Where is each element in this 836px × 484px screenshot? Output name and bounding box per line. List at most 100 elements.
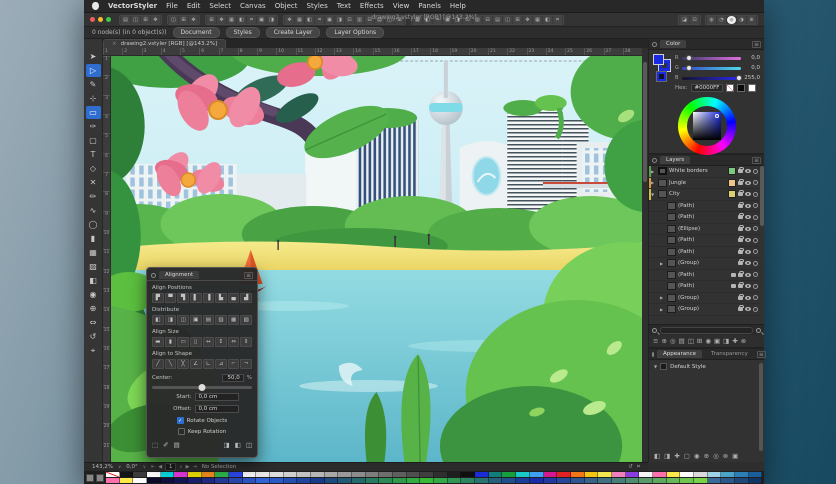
align-option-icon[interactable]: ◫ (177, 315, 189, 325)
color-swatch[interactable] (188, 472, 202, 477)
toolbar-button-icon[interactable]: ⊕ (747, 15, 756, 24)
target-icon[interactable] (753, 295, 758, 301)
menu-item-panels[interactable]: Panels (418, 2, 441, 10)
target-icon[interactable] (753, 226, 758, 232)
color-swatch[interactable] (557, 472, 571, 477)
minimize-window-button[interactable] (98, 17, 103, 22)
color-swatch[interactable] (174, 478, 189, 483)
target-icon[interactable] (753, 283, 758, 289)
align-option-icon[interactable]: ▛ (152, 293, 164, 303)
appearance-action-icon[interactable]: ◉ (694, 452, 700, 460)
target-icon[interactable] (753, 272, 758, 278)
toolbar-button-icon[interactable]: ⊞ (179, 15, 188, 24)
toolbar-button-icon[interactable]: ⌗ (553, 15, 562, 24)
expander-icon[interactable]: ▼ (654, 364, 657, 369)
shape-tool[interactable]: ◇ (86, 162, 101, 175)
toolbar-button-icon[interactable]: ⊞ (141, 15, 150, 24)
marquee-tool[interactable]: ▭ (85, 106, 101, 119)
color-swatch[interactable] (311, 478, 325, 483)
selection-mode-icon[interactable]: ⬚ (152, 441, 158, 449)
color-swatch[interactable] (652, 478, 667, 483)
toolbar-button-icon[interactable]: ◫ (169, 15, 178, 24)
color-swatch[interactable] (297, 478, 312, 483)
align-option-icon[interactable]: ╳ (177, 359, 189, 369)
appearance-action-icon[interactable]: ◧ (654, 452, 660, 460)
visibility-icon[interactable] (745, 284, 751, 289)
appearance-tab[interactable]: Appearance (657, 350, 703, 358)
direct-select-tool[interactable]: ▷ (85, 64, 101, 77)
fill-tool[interactable]: ◧ (86, 274, 101, 287)
slider-thumb[interactable] (198, 384, 206, 391)
align-option-icon[interactable]: ◨ (164, 315, 177, 325)
color-swatch[interactable] (393, 472, 407, 477)
panel-menu-icon[interactable]: ≡ (756, 350, 766, 358)
layer-swatch[interactable] (728, 167, 736, 176)
align-apply-icon[interactable]: ◨ (224, 441, 230, 449)
layers-search-input[interactable] (660, 326, 753, 334)
toolbar-button-icon[interactable]: ◑ (737, 15, 746, 24)
color-swatch[interactable] (365, 478, 380, 483)
color-swatch[interactable] (734, 472, 749, 477)
center-slider[interactable] (152, 384, 252, 391)
toolbar-button-icon[interactable]: ◍ (707, 15, 716, 24)
align-reverse-icon[interactable]: ◧ (235, 441, 241, 449)
color-swatch[interactable] (393, 478, 407, 483)
last-page-icon[interactable]: ⇥ (192, 464, 196, 470)
color-swatch[interactable] (256, 472, 271, 477)
color-swatch[interactable] (447, 478, 462, 483)
color-swatch[interactable] (680, 478, 694, 483)
target-icon[interactable] (753, 260, 758, 266)
align-option-icon[interactable]: ∟ (202, 359, 215, 369)
toolbar-button-icon[interactable]: ✥ (285, 15, 294, 24)
expander-icon[interactable]: ▼ (651, 192, 656, 197)
alignment-panel[interactable]: Alignment ≡ Align Positions ▛ ▀ ▜ ▌ ▐ ▙ ▄ ▟ Distr… (146, 267, 258, 458)
color-swatch[interactable] (147, 472, 161, 477)
expander-icon[interactable]: ▶ (651, 180, 656, 185)
transform-tool[interactable]: ⊹ (86, 92, 101, 105)
menu-item-edit[interactable]: Edit (187, 2, 201, 10)
color-swatch[interactable] (475, 478, 489, 483)
color-swatch[interactable] (420, 472, 435, 477)
menu-item-text[interactable]: Text (337, 2, 351, 10)
toolbar-button-icon[interactable]: ◧ (237, 15, 246, 24)
target-icon[interactable] (753, 168, 758, 174)
color-swatch[interactable] (406, 472, 421, 477)
slider-track[interactable] (682, 64, 741, 71)
ellipse-tool[interactable]: ◯ (86, 218, 101, 231)
none-color-swatch[interactable] (726, 84, 735, 92)
appearance-action-icon[interactable]: ✚ (674, 452, 679, 460)
layer-row[interactable]: ▶ (Group) (649, 258, 759, 270)
color-swatch[interactable] (256, 478, 271, 483)
chevron-down-icon[interactable]: ∨ (143, 465, 146, 470)
color-swatch[interactable] (680, 472, 694, 477)
create-layer-button[interactable]: Create Layer (265, 27, 321, 38)
visibility-icon[interactable] (745, 261, 751, 266)
color-swatch[interactable] (693, 478, 708, 483)
toolbar-button-icon[interactable]: ✥ (151, 15, 160, 24)
slider-knob[interactable] (736, 74, 743, 81)
color-swatch[interactable] (666, 478, 681, 483)
zoom-level[interactable]: 143,2% (92, 464, 113, 470)
layers-action-icon[interactable]: ▣ (714, 337, 720, 345)
layer-row[interactable]: (Ellipse) (649, 224, 759, 235)
layers-action-icon[interactable]: ◎ (670, 337, 676, 345)
align-option-icon[interactable]: ▦ (227, 315, 240, 325)
align-option-icon[interactable]: ▌ (189, 293, 202, 303)
apple-icon[interactable] (92, 2, 99, 10)
panel-close-icon[interactable] (151, 272, 156, 278)
lock-icon[interactable] (738, 178, 744, 185)
color-swatch[interactable] (420, 478, 435, 483)
color-swatch[interactable] (297, 472, 312, 477)
color-swatch[interactable] (748, 472, 763, 477)
align-option-icon[interactable]: ╲ (164, 359, 177, 369)
color-swatch[interactable] (584, 478, 599, 483)
panel-collapse-icon[interactable] (652, 351, 654, 357)
visibility-icon[interactable] (745, 272, 751, 277)
menu-item-vectorstyler[interactable]: VectorStyler (108, 2, 157, 10)
visibility-icon[interactable] (745, 215, 751, 220)
node-tool[interactable]: ✎ (86, 78, 101, 91)
eyedropper-tool[interactable]: ◉ (86, 288, 101, 301)
appearance-scrollbar[interactable] (759, 363, 763, 451)
toolbar-button-icon[interactable]: ⊞ (513, 15, 522, 24)
layers-action-icon[interactable]: ◫ (688, 337, 694, 345)
